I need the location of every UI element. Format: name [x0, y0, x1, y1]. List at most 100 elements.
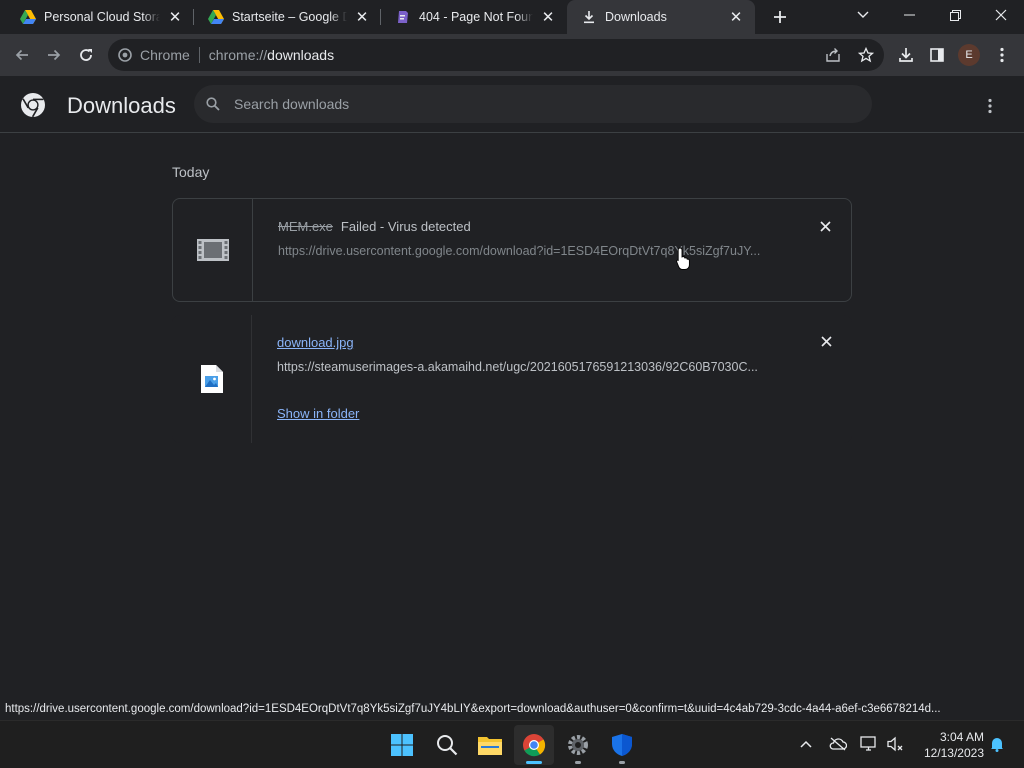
back-button[interactable]	[6, 39, 38, 71]
windows-logo-icon	[391, 734, 413, 756]
cloud-off-icon	[829, 737, 847, 751]
network-icon	[860, 736, 876, 751]
show-in-folder-link[interactable]: Show in folder	[277, 406, 359, 421]
more-vert-icon	[1000, 47, 1004, 63]
address-bar[interactable]: Chrome chrome://downloads	[108, 39, 884, 71]
search-input[interactable]	[234, 96, 834, 112]
bookmark-button[interactable]	[851, 40, 881, 70]
speaker-muted-icon	[887, 736, 903, 752]
download-url[interactable]: https://drive.usercontent.google.com/dow…	[278, 244, 778, 258]
link-status-bubble: https://drive.usercontent.google.com/dow…	[0, 700, 992, 720]
file-name: MEM.exe	[278, 219, 333, 234]
page-title: Downloads	[67, 93, 176, 118]
reload-button[interactable]	[70, 39, 102, 71]
close-tab-icon[interactable]: ✕	[539, 8, 557, 26]
more-actions-button[interactable]	[976, 92, 1004, 120]
folder-icon	[478, 737, 502, 755]
side-panel-icon	[930, 48, 944, 62]
tab-title: Startseite – Google Drive	[232, 10, 347, 24]
close-window-button[interactable]	[978, 0, 1024, 30]
close-icon	[820, 335, 832, 347]
network-tray-button[interactable]	[857, 733, 881, 755]
tab-search-button[interactable]	[840, 0, 886, 30]
tab-title: Downloads	[605, 10, 667, 24]
tab-title: 404 - Page Not Found	[419, 10, 533, 24]
chrome-icon	[118, 48, 132, 62]
more-vert-icon	[988, 98, 992, 114]
downloads-header: Downloads	[0, 76, 1024, 133]
download-url[interactable]: https://steamuserimages-a.akamaihd.net/u…	[277, 360, 777, 374]
file-title-row: download.jpg	[277, 334, 354, 352]
actions-row: Show in folder	[277, 405, 359, 423]
onedrive-tray-button[interactable]	[826, 733, 850, 755]
avatar: E	[958, 44, 980, 66]
restore-button[interactable]	[932, 0, 978, 30]
profile-button[interactable]: E	[954, 40, 984, 70]
system-clock[interactable]: 3:04 AM 12/13/2023	[912, 729, 984, 761]
close-icon	[995, 9, 1007, 21]
tab-downloads[interactable]: Downloads ✕	[567, 0, 755, 34]
search-icon	[206, 97, 220, 111]
search-icon	[437, 735, 458, 756]
tab-title: Personal Cloud Storage	[44, 10, 160, 24]
tab-personal-cloud-storage[interactable]: Personal Cloud Storage ✕	[0, 0, 194, 34]
windows-taskbar: 3:04 AM 12/13/2023	[0, 720, 1024, 768]
forward-button[interactable]	[38, 39, 70, 71]
taskbar-chrome-button[interactable]	[514, 725, 554, 765]
close-tab-icon[interactable]: ✕	[727, 8, 745, 26]
omnibox-divider	[198, 47, 200, 63]
download-status: Failed - Virus detected	[340, 219, 471, 234]
film-icon	[196, 239, 229, 261]
file-name-link[interactable]: download.jpg	[277, 335, 354, 350]
bell-icon	[991, 738, 1003, 752]
file-explorer-button[interactable]	[470, 725, 510, 765]
google-drive-icon	[20, 9, 36, 25]
file-icon-column	[173, 199, 253, 301]
gear-icon	[568, 735, 588, 755]
tab-404-page-not-found[interactable]: 404 - Page Not Found ✕	[381, 0, 567, 34]
page-icon	[395, 9, 411, 25]
file-title-row: MEM.exe Failed - Virus detected	[278, 218, 471, 236]
settings-app-button[interactable]	[558, 725, 598, 765]
star-icon	[858, 47, 874, 63]
volume-tray-button[interactable]	[884, 733, 908, 755]
hand-cursor-icon	[676, 247, 690, 270]
chrome-logo-icon	[21, 93, 45, 118]
restore-icon	[949, 9, 961, 21]
tab-startseite-google-drive[interactable]: Startseite – Google Drive ✕	[194, 0, 381, 34]
file-icon-column	[172, 315, 252, 443]
new-tab-button[interactable]	[763, 0, 797, 34]
url-host: downloads	[267, 47, 335, 63]
remove-download-button[interactable]	[817, 218, 833, 234]
notifications-button[interactable]	[985, 733, 1009, 755]
download-icon	[581, 9, 597, 25]
url-scheme: chrome://	[208, 47, 268, 63]
running-indicator	[575, 761, 581, 764]
chevron-down-icon	[857, 11, 869, 18]
date-section-label: Today	[172, 164, 210, 180]
running-indicator	[619, 761, 625, 764]
clock-date: 12/13/2023	[923, 746, 984, 760]
download-item-failed: MEM.exe Failed - Virus detected https://d…	[172, 198, 852, 302]
google-drive-icon	[208, 9, 224, 25]
share-button[interactable]	[818, 40, 848, 70]
chrome-menu-button[interactable]	[987, 40, 1017, 70]
minimize-button[interactable]	[886, 0, 932, 30]
show-hidden-icons-button[interactable]	[794, 733, 818, 755]
taskbar-search-button[interactable]	[427, 725, 467, 765]
clock-time: 3:04 AM	[939, 730, 984, 744]
downloads-button[interactable]	[891, 40, 921, 70]
download-item-completed: download.jpg https://steamuserimages-a.a…	[172, 315, 852, 443]
start-button[interactable]	[382, 725, 422, 765]
arrow-right-icon	[48, 49, 61, 61]
shield-icon	[612, 734, 632, 756]
browser-toolbar: Chrome chrome://downloads E	[0, 34, 1024, 76]
side-panel-button[interactable]	[922, 40, 952, 70]
running-indicator	[526, 761, 542, 764]
remove-download-button[interactable]	[818, 333, 834, 349]
reload-icon	[80, 49, 92, 61]
close-tab-icon[interactable]: ✕	[166, 8, 184, 26]
close-tab-icon[interactable]: ✕	[353, 8, 371, 26]
windows-security-button[interactable]	[602, 725, 642, 765]
search-box[interactable]	[194, 85, 872, 123]
